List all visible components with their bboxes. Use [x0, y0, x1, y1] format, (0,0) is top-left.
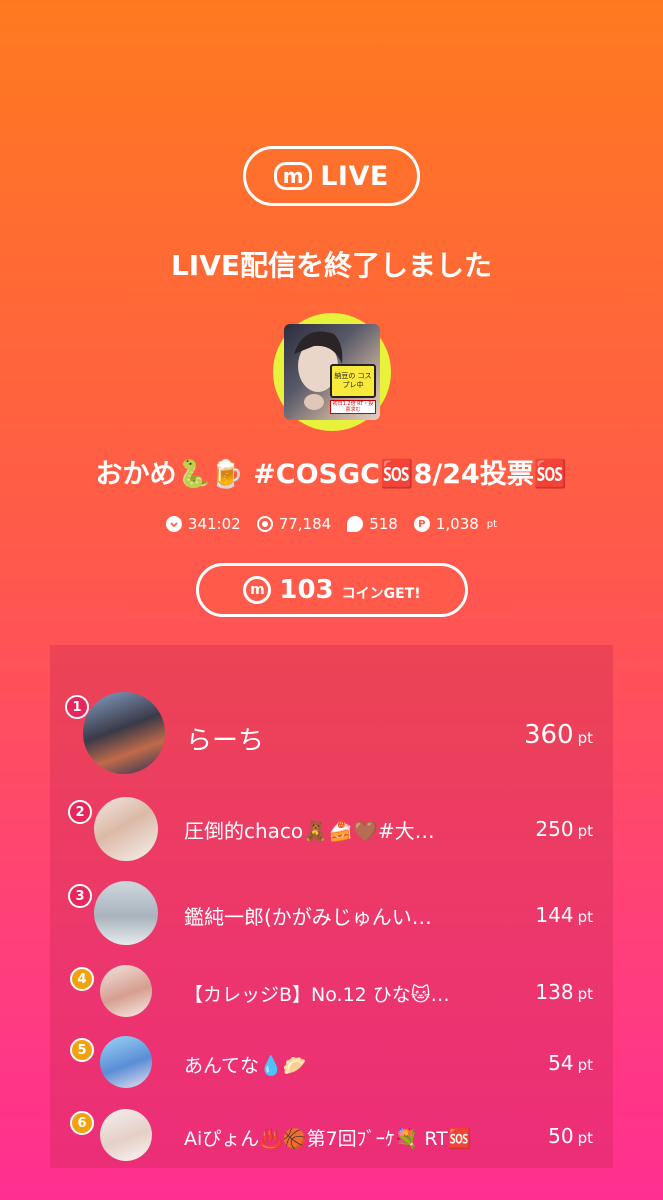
ranker-name: 圧倒的chaco🧸🍰🤎#大…	[184, 819, 435, 843]
ranking-row[interactable]: 2 圧倒的chaco🧸🍰🤎#大… 250 pt	[50, 795, 613, 865]
stream-ended-title: LIVE配信を終了しました	[170, 249, 493, 282]
rank-badge: 6	[70, 1111, 94, 1135]
ranking-row[interactable]: 6 Aiぴょん♨️🏀第7回ﾌﾞｰｹ💐 RT🆘 50 pt	[50, 1107, 613, 1167]
coin-count: 103	[279, 575, 334, 605]
ranker-avatar	[94, 881, 158, 945]
coins-earned-pill: m 103 コインGET!	[196, 563, 468, 617]
rank-badge: 2	[68, 800, 92, 824]
ranker-name: らーち	[186, 726, 265, 756]
ranker-avatar	[100, 965, 152, 1017]
comments-stat: 518	[347, 515, 398, 533]
duration-value: 341:02	[187, 515, 241, 533]
rank-badge: 4	[70, 967, 94, 991]
points-value: 1,038	[435, 515, 479, 533]
ranker-avatar	[83, 692, 165, 774]
avatar-caption-badge: 納豆の コスプレ中	[330, 364, 376, 398]
ranker-points: 250 pt	[535, 817, 593, 841]
gift-ranking-panel: 1 らーち 360 pt 2 圧倒的chaco🧸🍰🤎#大… 250 pt 3 鑑純一…	[50, 645, 613, 1168]
mixchannel-live-logo: m LIVE	[243, 146, 420, 206]
ranking-row[interactable]: 3 鑑純一郎(かがみじゅんい… 144 pt	[50, 881, 613, 951]
ranker-name: 【カレッジB】No.12 ひな🐱…	[184, 984, 450, 1006]
viewers-stat: 77,184	[256, 515, 332, 533]
points-stat: P 1,038 pt	[413, 515, 498, 533]
duration-stat: 341:02	[165, 515, 241, 533]
ranker-points: 50 pt	[548, 1124, 593, 1148]
coin-label: コインGET!	[341, 586, 421, 602]
ranker-avatar	[94, 797, 158, 861]
streamer-avatar-image: 納豆の コスプレ中 初日1.2倍 RT・投票求む	[284, 324, 380, 420]
logo-m-icon: m	[274, 162, 313, 190]
streamer-avatar[interactable]: 納豆の コスプレ中 初日1.2倍 RT・投票求む	[273, 313, 391, 431]
ranker-points: 360 pt	[523, 720, 593, 750]
ranker-points: 144 pt	[535, 903, 593, 927]
ranker-avatar	[100, 1109, 152, 1161]
viewers-icon	[256, 516, 273, 532]
streamer-name: おかめ🐍🍺 #COSGC🆘8/24投票🆘	[95, 459, 568, 490]
viewers-value: 77,184	[278, 515, 332, 533]
ranker-name: 鑑純一郎(かがみじゅんい…	[184, 905, 432, 929]
rank-badge: 3	[68, 884, 92, 908]
avatar-caption-badge-2: 初日1.2倍 RT・投票求む	[330, 400, 376, 414]
rank-badge: 5	[70, 1038, 94, 1062]
ranking-row[interactable]: 4 【カレッジB】No.12 ひな🐱… 138 pt	[50, 965, 613, 1025]
ranking-row[interactable]: 1 らーち 360 pt	[50, 680, 613, 775]
ranker-avatar	[100, 1036, 152, 1088]
ranker-name: Aiぴょん♨️🏀第7回ﾌﾞｰｹ💐 RT🆘	[184, 1128, 472, 1150]
points-icon: P	[413, 516, 430, 532]
clock-icon	[165, 516, 182, 532]
ranker-points: 138 pt	[535, 980, 593, 1004]
ranker-name: あんてな💧🥟	[184, 1055, 307, 1077]
points-unit: pt	[486, 518, 498, 530]
logo-live-text: LIVE	[320, 160, 389, 192]
comment-bubble-icon	[347, 516, 364, 532]
stream-stats: 341:02 77,184 518 P 1,038 pt	[0, 515, 663, 533]
rank-badge: 1	[65, 695, 89, 719]
comments-value: 518	[369, 515, 398, 533]
coin-m-icon: m	[243, 576, 272, 604]
ranking-row[interactable]: 5 あんてな💧🥟 54 pt	[50, 1036, 613, 1096]
ranker-points: 54 pt	[548, 1051, 593, 1075]
